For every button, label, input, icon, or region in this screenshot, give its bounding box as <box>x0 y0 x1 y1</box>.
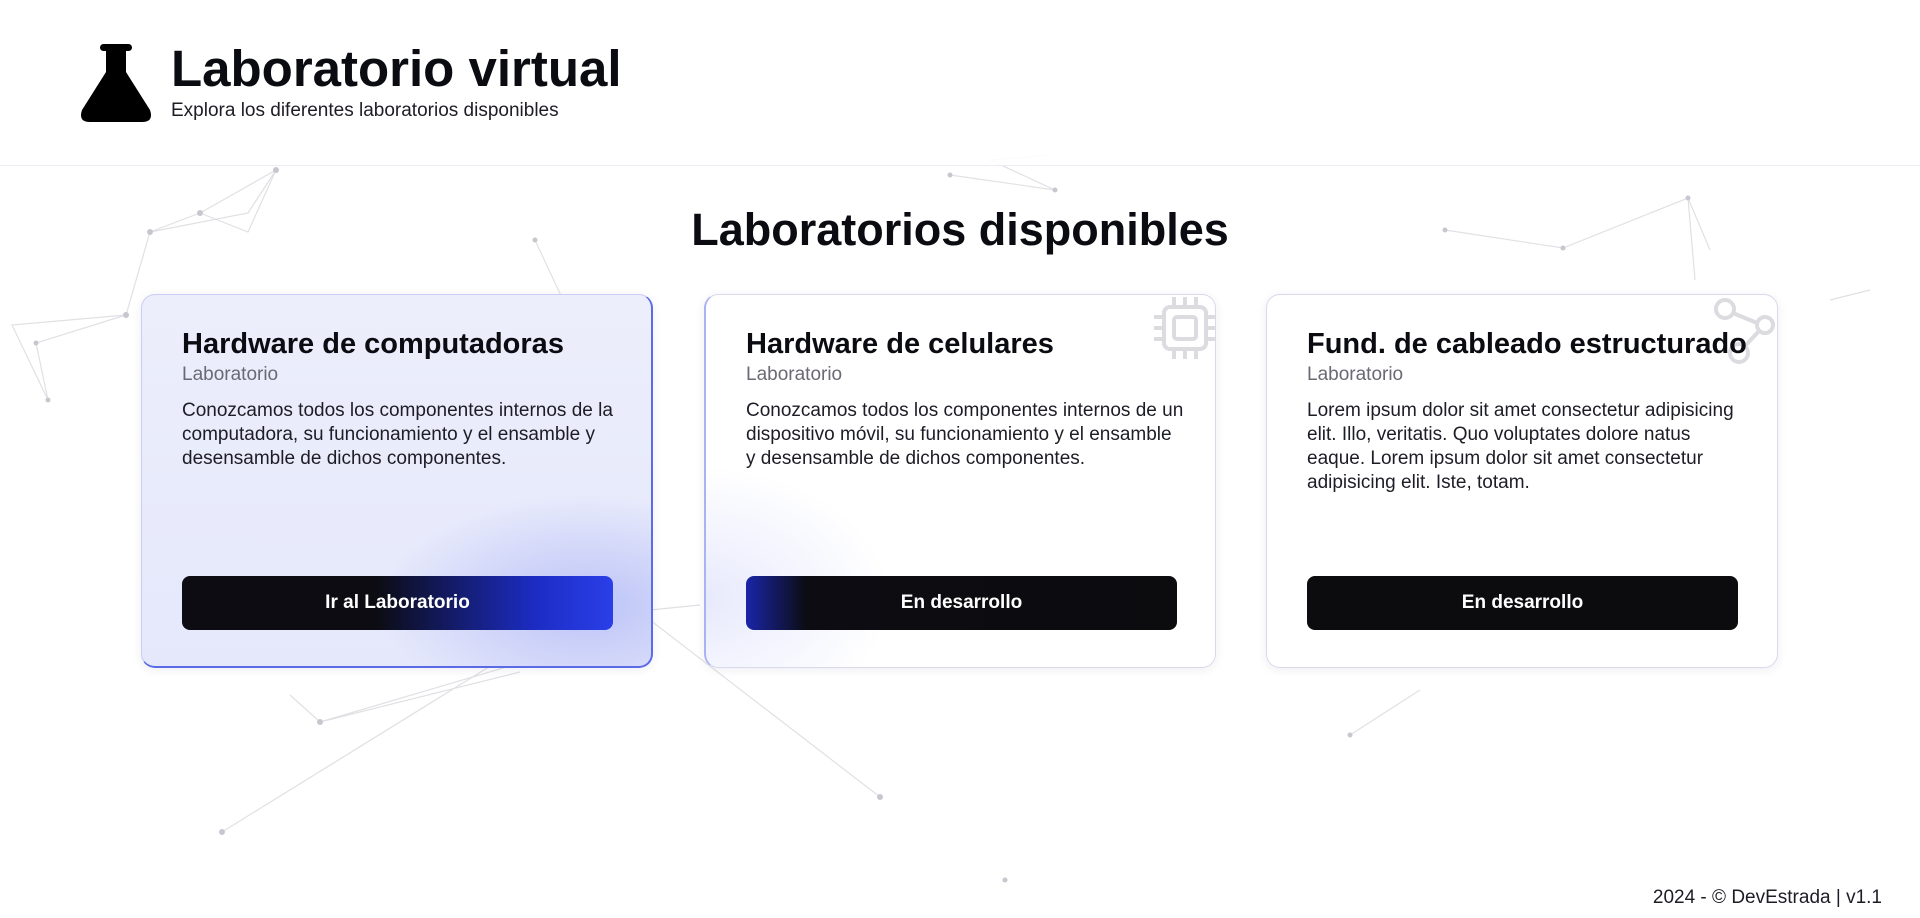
flask-icon <box>81 44 151 122</box>
lab-card-structured-cabling: Fund. de cableado estructurado Laborator… <box>1266 294 1778 668</box>
card-type: Laboratorio <box>182 364 279 385</box>
card-description: Conozcamos todos los componentes interno… <box>746 400 1184 469</box>
card-type: Laboratorio <box>746 364 843 385</box>
site-title: Laboratorio virtual <box>171 40 622 97</box>
card-description: Conozcamos todos los componentes interno… <box>182 400 613 469</box>
chip-icon <box>1154 297 1215 359</box>
lab-card-phone-hardware: Hardware de celulares Laboratorio Conozc… <box>704 294 1216 668</box>
card-title: Fund. de cableado estructurado <box>1307 328 1747 360</box>
page: Laboratorio virtual Explora los diferent… <box>0 0 1920 918</box>
card-title: Hardware de computadoras <box>182 328 564 360</box>
card-type: Laboratorio <box>1307 364 1404 385</box>
in-development-button[interactable]: En desarrollo <box>746 576 1177 630</box>
in-development-button[interactable]: En desarrollo <box>1307 576 1738 630</box>
section-title: Laboratorios disponibles <box>691 204 1229 255</box>
site-subtitle: Explora los diferentes laboratorios disp… <box>171 100 559 121</box>
site-header: Laboratorio virtual Explora los diferent… <box>0 0 1920 166</box>
card-title: Hardware de celulares <box>746 328 1054 360</box>
card-glow <box>706 455 906 667</box>
lab-card-computer-hardware: Hardware de computadoras Laboratorio Con… <box>141 294 653 668</box>
footer-copyright: 2024 - © DevEstrada | v1.1 <box>1652 887 1882 908</box>
go-to-lab-button[interactable]: Ir al Laboratorio <box>182 576 613 630</box>
card-description: Lorem ipsum dolor sit amet consectetur a… <box>1307 400 1734 493</box>
